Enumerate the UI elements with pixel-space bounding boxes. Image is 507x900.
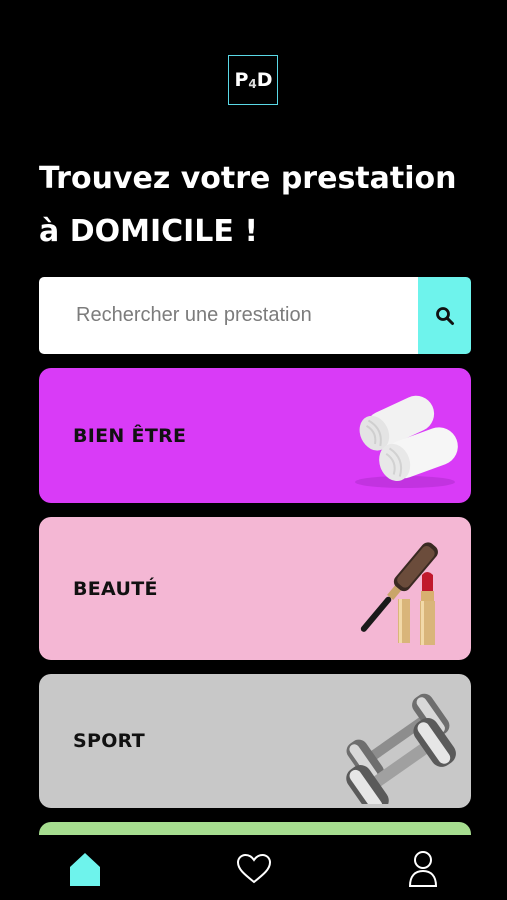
search-input[interactable] — [39, 277, 418, 354]
brush-lipstick-icon — [360, 542, 438, 645]
dumbbells-icon — [346, 693, 456, 804]
category-card-sport[interactable]: SPORT — [39, 674, 471, 808]
search-button[interactable] — [418, 277, 471, 354]
nav-home[interactable] — [68, 851, 102, 892]
search-icon — [435, 306, 454, 325]
category-card-beaute[interactable]: BEAUTÉ — [39, 517, 471, 660]
towels-icon — [355, 395, 458, 488]
category-card-bien-etre[interactable]: BIEN ÊTRE — [39, 368, 471, 503]
logo-number: 4 — [248, 77, 256, 91]
logo-letter-p: P — [234, 69, 248, 91]
headline-line-2: à DOMICILE ! — [39, 214, 259, 249]
nav-profile[interactable] — [408, 850, 438, 893]
home-icon — [70, 853, 100, 886]
app-logo: P 4 D — [228, 55, 278, 105]
category-label: SPORT — [73, 730, 145, 752]
logo-letter-d: D — [256, 69, 273, 91]
user-icon — [408, 851, 438, 887]
nav-favorites[interactable] — [236, 853, 272, 890]
headline-line-1: Trouvez votre prestation — [39, 161, 457, 196]
page-title: Trouvez votre prestation à DOMICILE ! — [39, 152, 479, 258]
category-label: BEAUTÉ — [73, 577, 158, 600]
bottom-nav — [0, 835, 507, 900]
heart-icon — [236, 853, 272, 884]
category-label: BIEN ÊTRE — [73, 424, 187, 447]
search-bar — [39, 277, 471, 354]
